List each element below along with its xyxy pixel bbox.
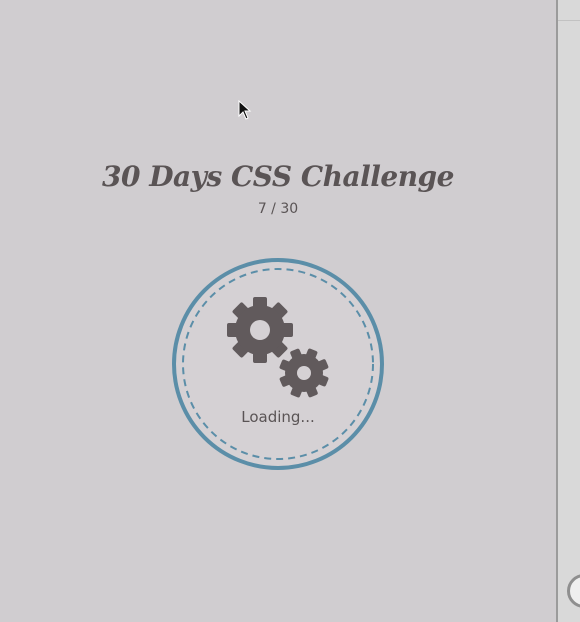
scroll-handle[interactable] [567, 574, 580, 608]
side-panel [556, 0, 580, 622]
loading-spinner: Loading... [170, 256, 386, 472]
challenge-stage: 30 Days CSS Challenge 7 / 30 Loading... [0, 0, 556, 622]
loading-label: Loading... [241, 408, 315, 426]
mouse-cursor-icon [238, 100, 252, 120]
challenge-counter: 7 / 30 [257, 201, 299, 217]
small-gear-icon [279, 348, 329, 398]
panel-divider [558, 20, 580, 21]
page-title: 30 Days CSS Challenge [102, 160, 454, 193]
